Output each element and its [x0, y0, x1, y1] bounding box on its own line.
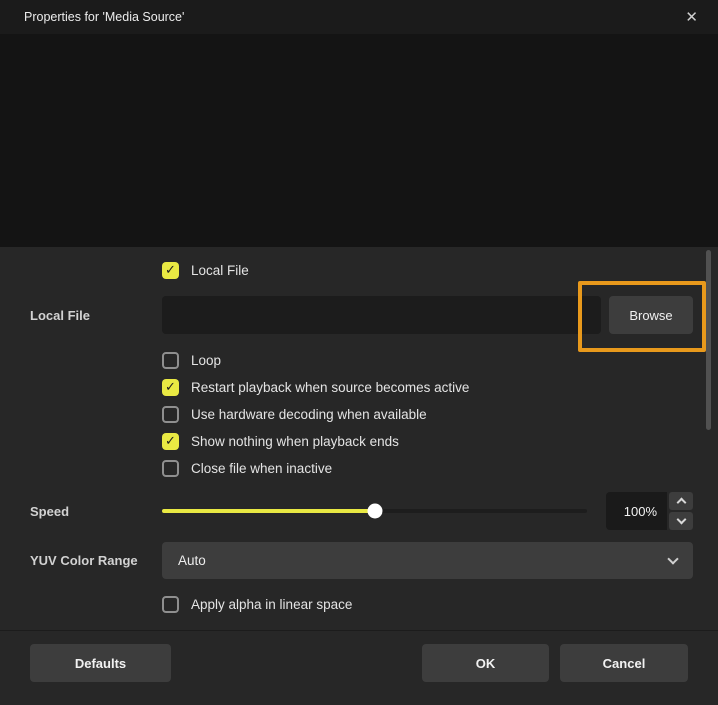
checkbox-show-nothing[interactable]: ✓ Show nothing when playback ends: [162, 432, 693, 450]
checkbox-label: Apply alpha in linear space: [191, 597, 352, 612]
slider-fill: [162, 509, 375, 513]
local-file-path-input[interactable]: [162, 296, 601, 334]
checkbox-label: Show nothing when playback ends: [191, 434, 399, 449]
checkbox-close-file-inactive[interactable]: ✓ Close file when inactive: [162, 459, 693, 477]
options-row: ✓ Loop ✓ Restart playback when source be…: [0, 351, 718, 477]
checkbox-label: Local File: [191, 263, 249, 278]
speed-row: Speed 100%: [0, 492, 718, 530]
checkbox-label: Restart playback when source becomes act…: [191, 380, 469, 395]
checkbox-restart-playback[interactable]: ✓ Restart playback when source becomes a…: [162, 378, 693, 396]
yuv-color-range-label: YUV Color Range: [0, 553, 162, 568]
checkbox-apply-alpha[interactable]: ✓ Apply alpha in linear space: [162, 595, 693, 613]
checkbox-icon: ✓: [162, 352, 179, 369]
checkbox-hardware-decoding[interactable]: ✓ Use hardware decoding when available: [162, 405, 693, 423]
titlebar: Properties for 'Media Source' ✕: [0, 0, 718, 34]
checkbox-icon: ✓: [162, 460, 179, 477]
spin-down-button[interactable]: [669, 512, 693, 530]
media-preview-area: [0, 34, 718, 247]
checkbox-label: Close file when inactive: [191, 461, 332, 476]
checkbox-label: Use hardware decoding when available: [191, 407, 427, 422]
defaults-button[interactable]: Defaults: [30, 644, 171, 682]
spin-up-button[interactable]: [669, 492, 693, 510]
checkbox-icon: ✓: [162, 262, 179, 279]
speed-spinner: 100%: [606, 492, 693, 530]
yuv-color-range-dropdown[interactable]: Auto: [162, 542, 693, 579]
yuv-color-range-row: YUV Color Range Auto: [0, 542, 718, 579]
scrollbar-thumb[interactable]: [706, 250, 711, 430]
dialog-footer: Defaults OK Cancel: [0, 630, 718, 705]
spinner-buttons: [669, 492, 693, 530]
cancel-button[interactable]: Cancel: [560, 644, 688, 682]
check-icon: ✓: [165, 264, 176, 277]
checkbox-loop[interactable]: ✓ Loop: [162, 351, 693, 369]
checkbox-local-file[interactable]: ✓ Local File: [162, 261, 693, 279]
check-icon: ✓: [165, 435, 176, 448]
check-icon: ✓: [165, 381, 176, 394]
speed-label: Speed: [0, 504, 162, 519]
speed-value-field[interactable]: 100%: [606, 492, 667, 530]
dropdown-selected-value: Auto: [178, 553, 206, 568]
properties-form: ✓ Local File Local File Browse ✓ Loop: [0, 247, 718, 630]
window-title: Properties for 'Media Source': [24, 10, 184, 24]
browse-button[interactable]: Browse: [609, 296, 693, 334]
local-file-label: Local File: [0, 308, 162, 323]
checkbox-label: Loop: [191, 353, 221, 368]
chevron-down-icon: [676, 515, 686, 525]
apply-alpha-row: ✓ Apply alpha in linear space: [0, 595, 718, 613]
ok-button[interactable]: OK: [422, 644, 549, 682]
checkbox-icon: ✓: [162, 596, 179, 613]
chevron-up-icon: [676, 498, 686, 508]
checkbox-icon: ✓: [162, 379, 179, 396]
chevron-down-icon: [667, 553, 678, 564]
slider-handle[interactable]: [367, 504, 382, 519]
checkbox-icon: ✓: [162, 406, 179, 423]
close-icon[interactable]: ✕: [677, 7, 706, 28]
local-file-row: Local File Browse: [0, 296, 718, 334]
local-file-enable-row: ✓ Local File: [0, 261, 718, 279]
checkbox-icon: ✓: [162, 433, 179, 450]
speed-slider[interactable]: [162, 509, 587, 513]
